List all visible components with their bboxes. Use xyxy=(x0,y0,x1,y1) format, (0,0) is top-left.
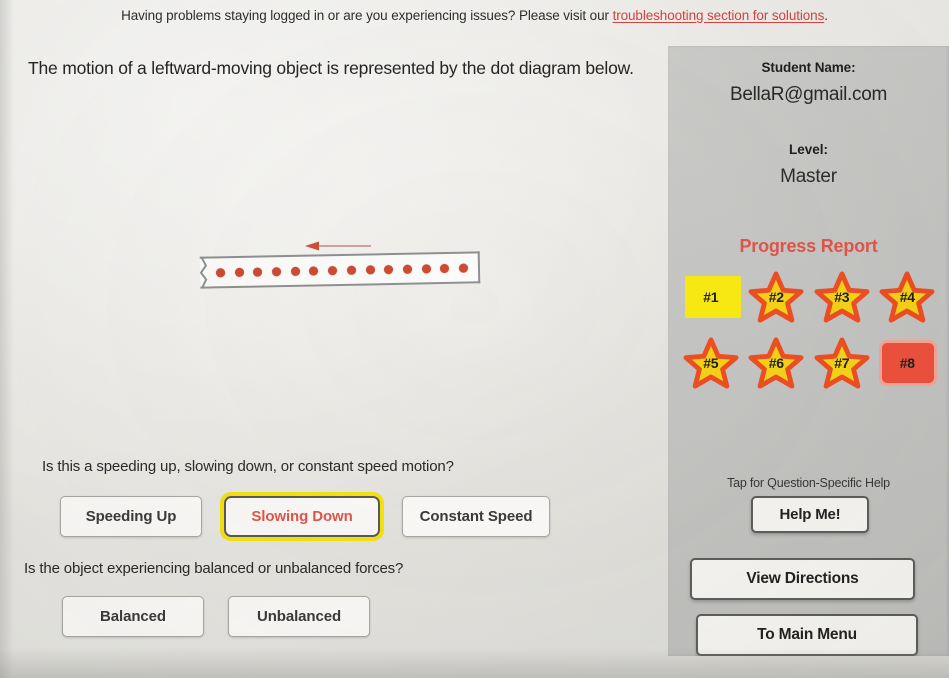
progress-slot-6[interactable]: #6 xyxy=(747,336,805,390)
level-label: Level: xyxy=(788,142,829,157)
option-unbalanced[interactable]: Unbalanced xyxy=(228,596,370,637)
main-content: The motion of a leftward-moving object i… xyxy=(0,44,672,678)
motion-dot xyxy=(328,265,338,275)
banner-text-before: Having problems staying logged in or are… xyxy=(121,8,613,23)
level-value: Master xyxy=(780,166,837,187)
motion-dot xyxy=(271,266,282,276)
progress-report-grid: #1 #2 #3 #4 #5 #6 #7 #8 xyxy=(678,270,940,390)
motion-dot xyxy=(253,266,263,277)
help-hint-text: Tap for Question-Specific Help xyxy=(727,476,890,490)
progress-slot-5[interactable]: #5 xyxy=(682,336,740,390)
progress-slot-label: #1 xyxy=(703,289,719,305)
ticker-tape xyxy=(199,251,481,289)
dot-series xyxy=(212,251,473,288)
option-balanced[interactable]: Balanced xyxy=(62,596,204,637)
motion-dot xyxy=(290,266,300,276)
progress-slot-1[interactable]: #1 xyxy=(682,270,741,324)
progress-slot-label: #8 xyxy=(899,355,915,371)
dot-diagram xyxy=(199,234,490,294)
leftward-arrow-icon xyxy=(305,241,371,251)
student-name-label: Student Name: xyxy=(761,60,856,75)
question-1-text: Is this a speeding up, slowing down, or … xyxy=(42,458,454,475)
progress-slot-4[interactable]: #4 xyxy=(878,270,936,324)
motion-dot xyxy=(458,263,469,273)
option-constant-speed[interactable]: Constant Speed xyxy=(402,496,550,537)
motion-dot xyxy=(365,264,375,275)
motion-dot xyxy=(309,265,319,276)
question-prompt: The motion of a leftward-moving object i… xyxy=(28,58,634,78)
motion-dot xyxy=(402,264,412,274)
progress-slot-label: #6 xyxy=(768,355,784,371)
progress-slot-label: #5 xyxy=(703,355,719,371)
progress-slot-2[interactable]: #2 xyxy=(747,270,805,324)
progress-slot-label: #3 xyxy=(834,289,850,305)
tape-notch xyxy=(199,256,211,289)
progress-slot-label: #7 xyxy=(834,355,850,371)
motion-dot xyxy=(215,267,226,277)
motion-dot xyxy=(346,265,356,275)
motion-dot xyxy=(384,264,394,274)
app-screen: Having problems staying logged in or are… xyxy=(0,0,949,678)
progress-slot-3[interactable]: #3 xyxy=(813,270,871,324)
question-2-text: Is the object experiencing balanced or u… xyxy=(24,560,404,577)
motion-dot xyxy=(440,263,450,273)
troubleshooting-banner: Having problems staying logged in or are… xyxy=(0,8,949,23)
troubleshooting-link[interactable]: troubleshooting section for solutions xyxy=(613,8,825,23)
banner-text-after: . xyxy=(824,8,828,23)
progress-slot-label: #4 xyxy=(899,289,915,305)
progress-slot-7[interactable]: #7 xyxy=(813,336,871,390)
option-speeding-up[interactable]: Speeding Up xyxy=(60,496,202,537)
progress-report-title: Progress Report xyxy=(739,236,878,256)
option-slowing-down[interactable]: Slowing Down xyxy=(220,492,384,541)
view-directions-button[interactable]: View Directions xyxy=(690,558,915,600)
motion-dot xyxy=(234,267,244,277)
question-1-options: Speeding Up Slowing Down Constant Speed xyxy=(60,492,550,541)
student-sidebar: Student Name: BellaR@gmail.com Level: Ma… xyxy=(668,46,949,656)
student-name-value: BellaR@gmail.com xyxy=(729,84,888,105)
help-me-button[interactable]: Help Me! xyxy=(751,496,869,533)
progress-slot-label: #2 xyxy=(768,289,784,305)
progress-slot-8[interactable]: #8 xyxy=(878,336,938,390)
motion-dot xyxy=(421,263,431,273)
to-main-menu-button[interactable]: To Main Menu xyxy=(696,614,918,656)
question-2-options: Balanced Unbalanced xyxy=(62,596,370,637)
